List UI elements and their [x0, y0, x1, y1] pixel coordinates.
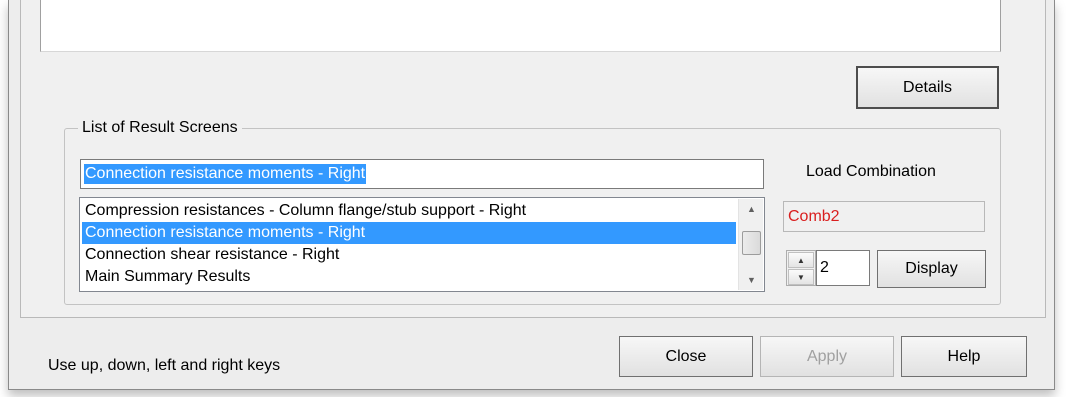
scroll-up-arrow-icon[interactable]: ▲	[739, 200, 764, 218]
apply-button[interactable]: Apply	[760, 336, 894, 377]
load-combination-value: Comb2	[788, 208, 840, 225]
scrollbar-thumb[interactable]	[742, 231, 761, 255]
result-screen-input[interactable]: Connection resistance moments - Right	[80, 159, 764, 189]
scroll-down-arrow-icon[interactable]: ▼	[739, 271, 764, 289]
result-screen-input-value[interactable]: Connection resistance moments - Right	[84, 164, 367, 184]
combination-number-value[interactable]: 2	[820, 259, 829, 277]
help-button[interactable]: Help	[901, 336, 1027, 377]
list-item[interactable]: Main Summary Results	[82, 266, 736, 288]
status-hint: Use up, down, left and right keys	[48, 357, 281, 374]
display-button[interactable]: Display	[877, 250, 986, 288]
spin-down-icon[interactable]: ▼	[788, 269, 814, 285]
result-screens-group-title: List of Result Screens	[78, 119, 242, 137]
details-button[interactable]: Details	[856, 66, 999, 109]
load-combination-field: Comb2	[783, 201, 985, 232]
result-screens-list[interactable]: Compression resistances - Column flange/…	[79, 197, 765, 292]
list-item[interactable]: Connection shear resistance - Right	[82, 244, 736, 266]
spin-up-icon[interactable]: ▲	[788, 252, 814, 268]
close-button[interactable]: Close	[619, 336, 753, 377]
top-panel	[40, 0, 1001, 52]
load-combination-label: Load Combination	[806, 163, 936, 180]
list-item-selected[interactable]: Connection resistance moments - Right	[82, 222, 736, 244]
list-scrollbar[interactable]: ▲ ▼	[738, 199, 763, 290]
list-item[interactable]: Compression resistances - Column flange/…	[82, 200, 736, 222]
combination-spinner[interactable]: ▲ ▼	[786, 250, 816, 286]
combination-number-input[interactable]: 2	[816, 250, 870, 286]
